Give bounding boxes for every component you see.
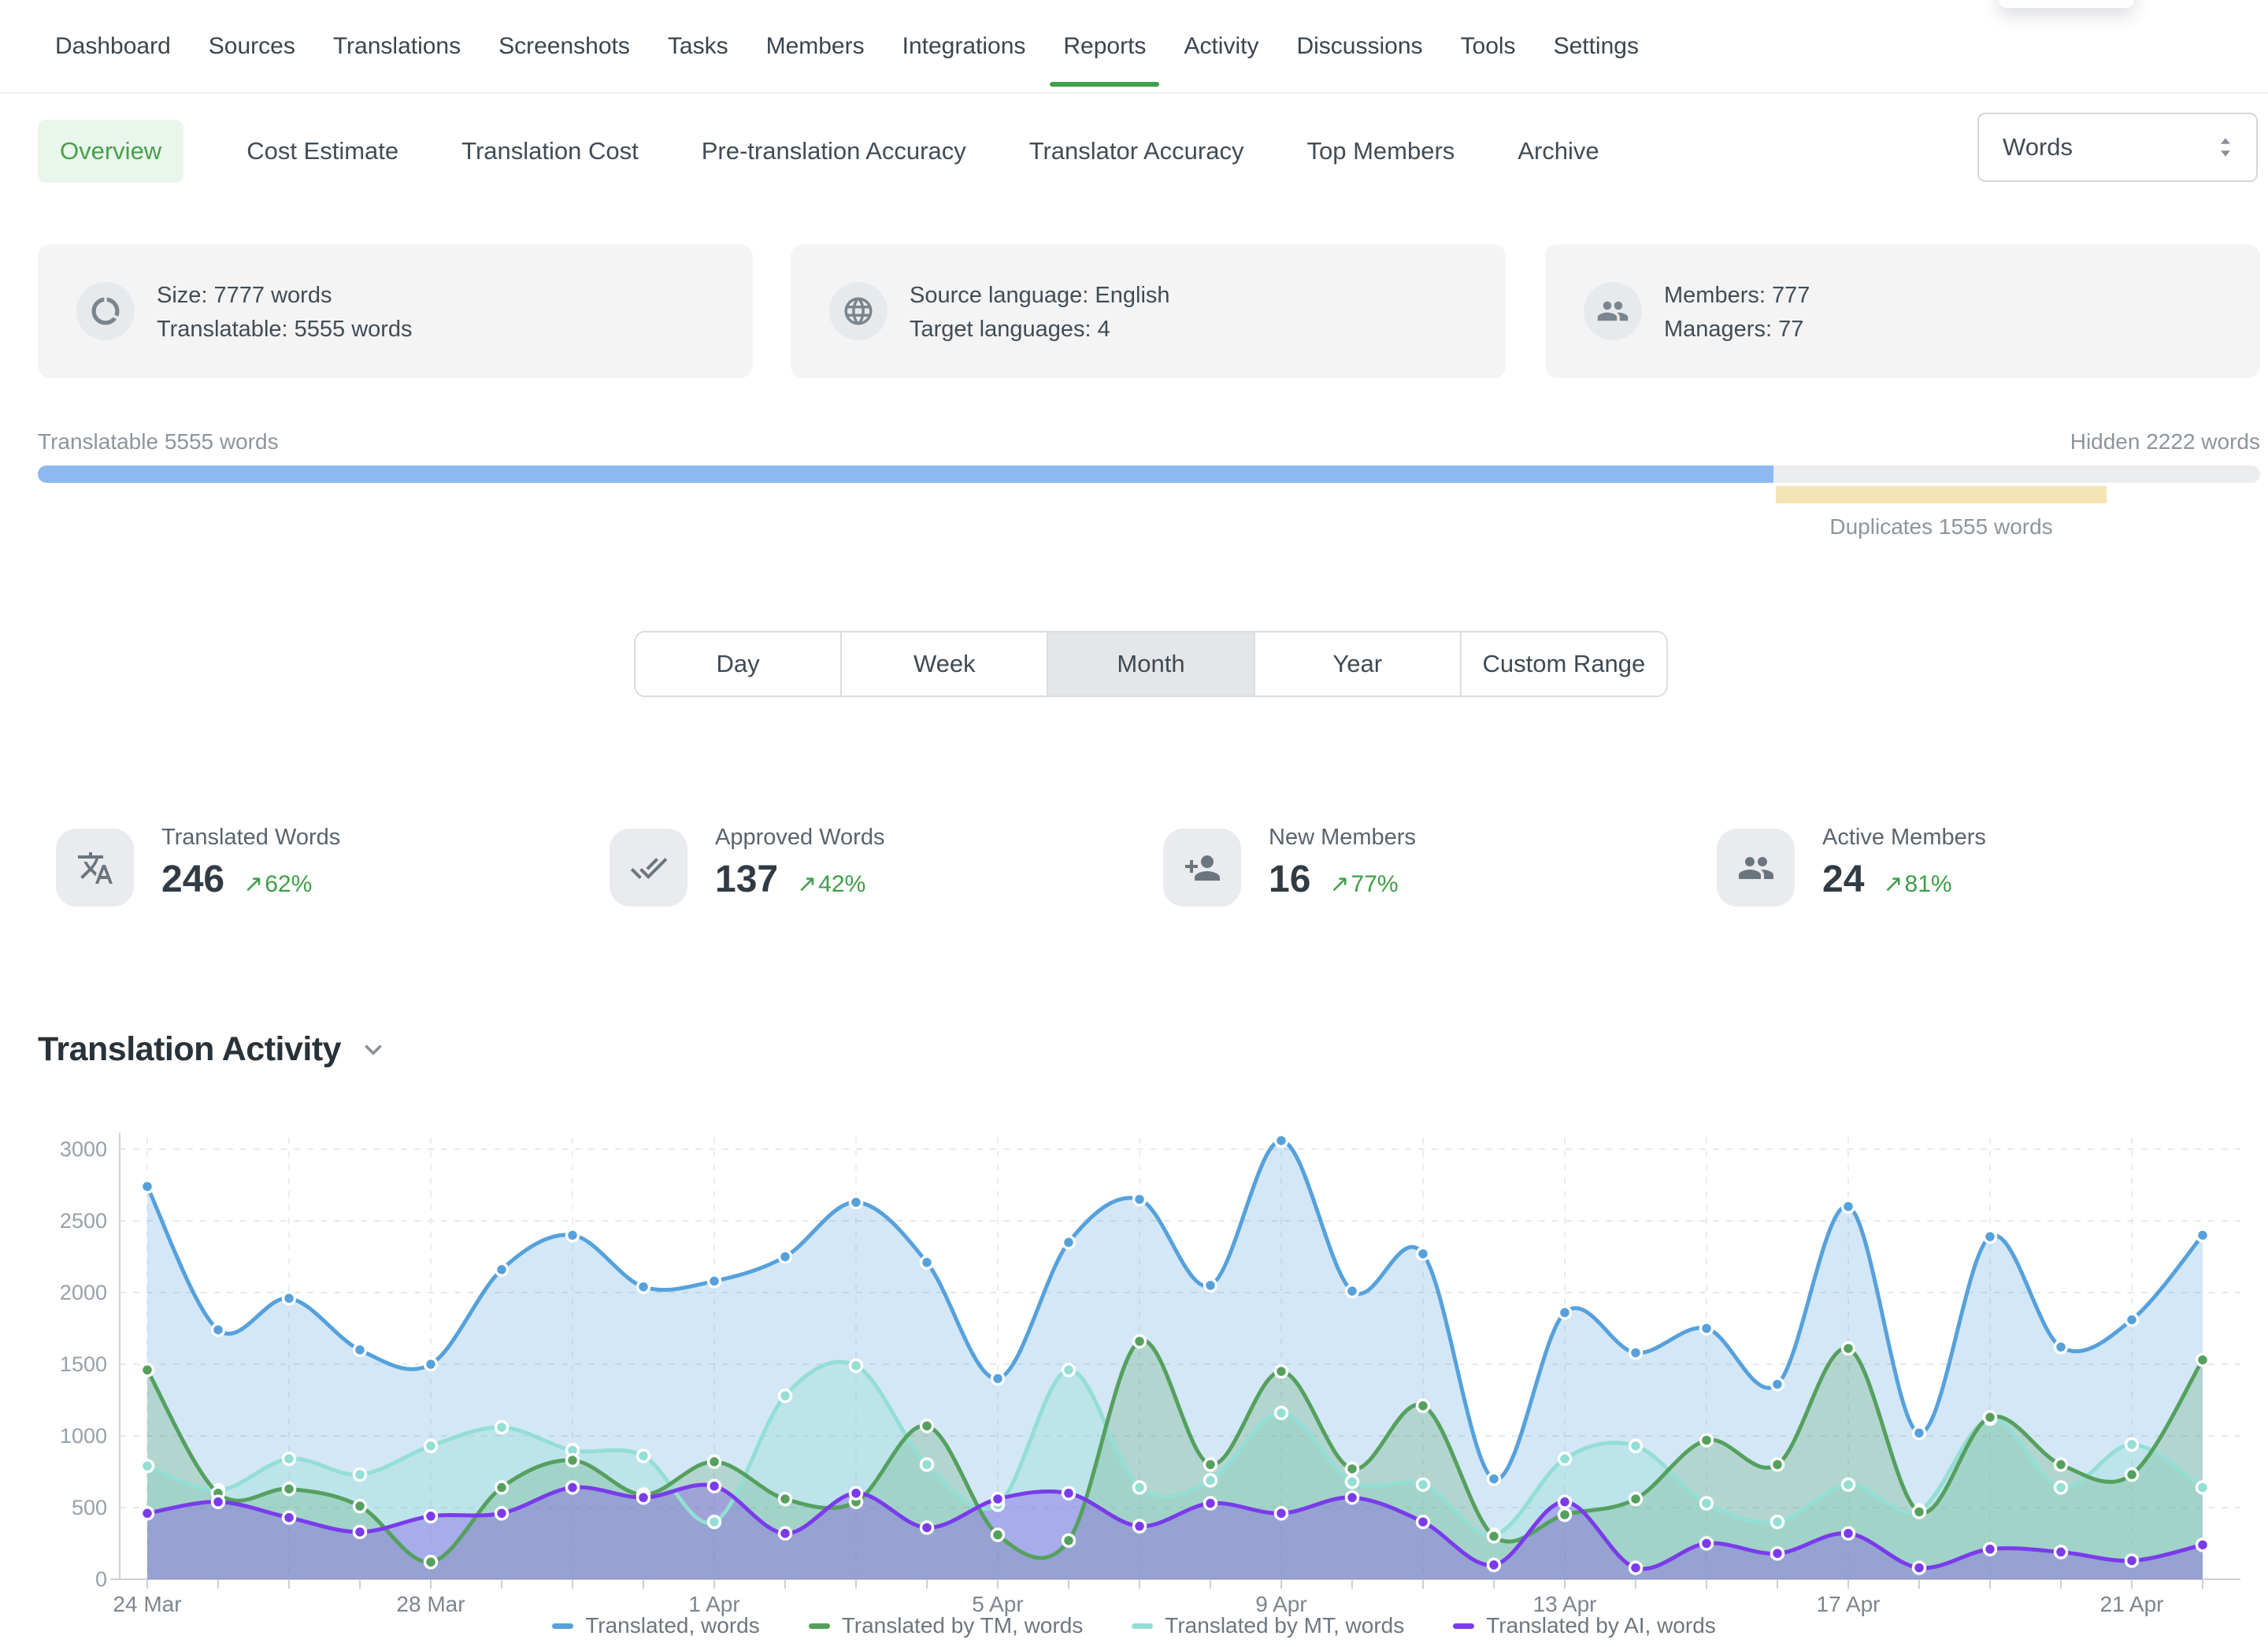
managers-count: Managers: 77: [1664, 313, 1810, 347]
range-week-button[interactable]: Week: [842, 632, 1048, 696]
unit-select[interactable]: Words: [1977, 113, 2258, 182]
words-breakdown: Translatable 5555 words Hidden 2222 word…: [38, 429, 2260, 503]
range-year-button[interactable]: Year: [1255, 632, 1462, 696]
metric-label: New Members: [1269, 825, 1416, 851]
duplicates-words-label: Duplicates 1555 words: [1829, 514, 2052, 540]
nav-item-tasks[interactable]: Tasks: [668, 33, 728, 60]
nav-item-translations[interactable]: Translations: [333, 33, 461, 60]
reports-overview-page: Dashboard Sources Translations Screensho…: [0, 0, 2268, 1647]
nav-item-settings[interactable]: Settings: [1554, 33, 1639, 60]
metric-active-members: Active Members 24 ↗81%: [1717, 823, 2236, 918]
top-navigation: Dashboard Sources Translations Screensho…: [0, 0, 2268, 94]
metric-change: 62%: [265, 871, 312, 898]
legend-swatch-ai: [1453, 1623, 1474, 1629]
svg-text:2500: 2500: [60, 1209, 107, 1233]
summary-card-size: Size: 7777 words Translatable: 5555 word…: [38, 244, 753, 378]
legend-label: Translated by MT, words: [1165, 1613, 1404, 1638]
legend-item-mt[interactable]: Translated by MT, words: [1132, 1613, 1404, 1638]
nav-item-reports[interactable]: Reports: [1063, 33, 1146, 60]
globe-icon: [829, 282, 888, 340]
metric-label: Translated Words: [161, 825, 340, 851]
svg-text:500: 500: [72, 1496, 107, 1519]
tab-translator-accuracy[interactable]: Translator Accuracy: [1029, 137, 1244, 165]
unit-select-value: Words: [2003, 133, 2073, 161]
tab-top-members[interactable]: Top Members: [1306, 137, 1455, 165]
metric-value: 24: [1822, 858, 1864, 901]
trend-up-icon: ↗: [1329, 870, 1349, 898]
translation-activity-chart: 05001000150020002500300024 Mar28 Mar1 Ap…: [0, 1096, 2268, 1616]
tab-overview[interactable]: Overview: [38, 120, 183, 183]
project-translatable: Translatable: 5555 words: [157, 313, 413, 347]
metric-translated-words: Translated Words 246 ↗62%: [56, 823, 576, 918]
svg-text:1500: 1500: [60, 1352, 107, 1376]
legend-item-ai[interactable]: Translated by AI, words: [1453, 1613, 1716, 1638]
report-tabs: Overview Cost Estimate Translation Cost …: [38, 118, 1599, 184]
svg-text:1000: 1000: [60, 1424, 107, 1448]
data-usage-icon: [76, 282, 135, 340]
people-icon: [1717, 829, 1795, 907]
legend-label: Translated by AI, words: [1486, 1613, 1716, 1638]
range-custom-button[interactable]: Custom Range: [1462, 632, 1666, 696]
range-day-button[interactable]: Day: [636, 632, 842, 696]
metric-new-members: New Members 16 ↗77%: [1163, 823, 1683, 918]
chart-legend: Translated, words Translated by TM, word…: [0, 1613, 2268, 1638]
summary-card-members: Members: 777 Managers: 77: [1545, 244, 2260, 378]
members-icon: [1584, 282, 1642, 340]
translate-icon: [56, 829, 134, 907]
words-progress-bar: [38, 466, 2260, 483]
tab-cost-estimate[interactable]: Cost Estimate: [246, 137, 398, 165]
metric-change: 77%: [1351, 871, 1399, 898]
tab-archive[interactable]: Archive: [1518, 137, 1599, 165]
svg-text:3000: 3000: [60, 1137, 107, 1161]
metric-label: Approved Words: [715, 825, 884, 851]
svg-text:0: 0: [95, 1567, 107, 1591]
metric-approved-words: Approved Words 137 ↗42%: [610, 823, 1129, 918]
metric-change: 42%: [818, 871, 865, 898]
legend-item-tm[interactable]: Translated by TM, words: [809, 1613, 1084, 1638]
summary-card-languages: Source language: English Target language…: [791, 244, 1506, 378]
legend-label: Translated by TM, words: [842, 1613, 1084, 1638]
metric-value: 246: [161, 858, 224, 901]
tab-translation-cost[interactable]: Translation Cost: [461, 137, 639, 165]
source-language: Source language: English: [910, 279, 1170, 313]
members-count: Members: 777: [1664, 279, 1810, 313]
duplicates-bar-segment: [1776, 486, 2107, 503]
nav-item-members[interactable]: Members: [766, 33, 865, 60]
legend-swatch-translated: [552, 1623, 573, 1629]
double-check-icon: [610, 829, 687, 907]
person-add-icon: [1163, 829, 1241, 907]
trend-up-icon: ↗: [1883, 870, 1903, 898]
legend-swatch-tm: [809, 1623, 830, 1629]
metric-value: 137: [715, 858, 778, 901]
nav-item-tools[interactable]: Tools: [1461, 33, 1516, 60]
metric-value: 16: [1269, 858, 1310, 901]
legend-item-translated[interactable]: Translated, words: [552, 1613, 760, 1638]
range-month-button[interactable]: Month: [1048, 632, 1254, 696]
legend-swatch-mt: [1132, 1623, 1153, 1629]
section-title: Translation Activity: [38, 1030, 341, 1069]
tab-pre-translation-accuracy[interactable]: Pre-translation Accuracy: [702, 137, 966, 165]
nav-item-dashboard[interactable]: Dashboard: [55, 33, 171, 60]
legend-label: Translated, words: [585, 1613, 760, 1638]
nav-item-integrations[interactable]: Integrations: [902, 33, 1026, 60]
select-arrows-icon: [2215, 135, 2236, 159]
trend-up-icon: ↗: [243, 870, 263, 898]
project-size: Size: 7777 words: [157, 279, 413, 313]
metric-change: 81%: [1905, 871, 1952, 898]
date-range-control: Day Week Month Year Custom Range: [634, 631, 1668, 697]
target-languages: Target languages: 4: [910, 313, 1170, 347]
hidden-words-label: Hidden 2222 words: [2070, 429, 2260, 454]
svg-text:2000: 2000: [60, 1281, 107, 1304]
translatable-words-label: Translatable 5555 words: [38, 429, 279, 454]
translatable-bar-segment: [38, 466, 1773, 483]
nav-item-activity[interactable]: Activity: [1184, 33, 1258, 60]
nav-item-discussions[interactable]: Discussions: [1296, 33, 1422, 60]
nav-item-screenshots[interactable]: Screenshots: [498, 33, 630, 60]
metric-label: Active Members: [1822, 825, 1986, 851]
trend-up-icon: ↗: [797, 870, 817, 898]
nav-item-sources[interactable]: Sources: [209, 33, 295, 60]
chevron-down-icon[interactable]: [360, 1037, 387, 1063]
